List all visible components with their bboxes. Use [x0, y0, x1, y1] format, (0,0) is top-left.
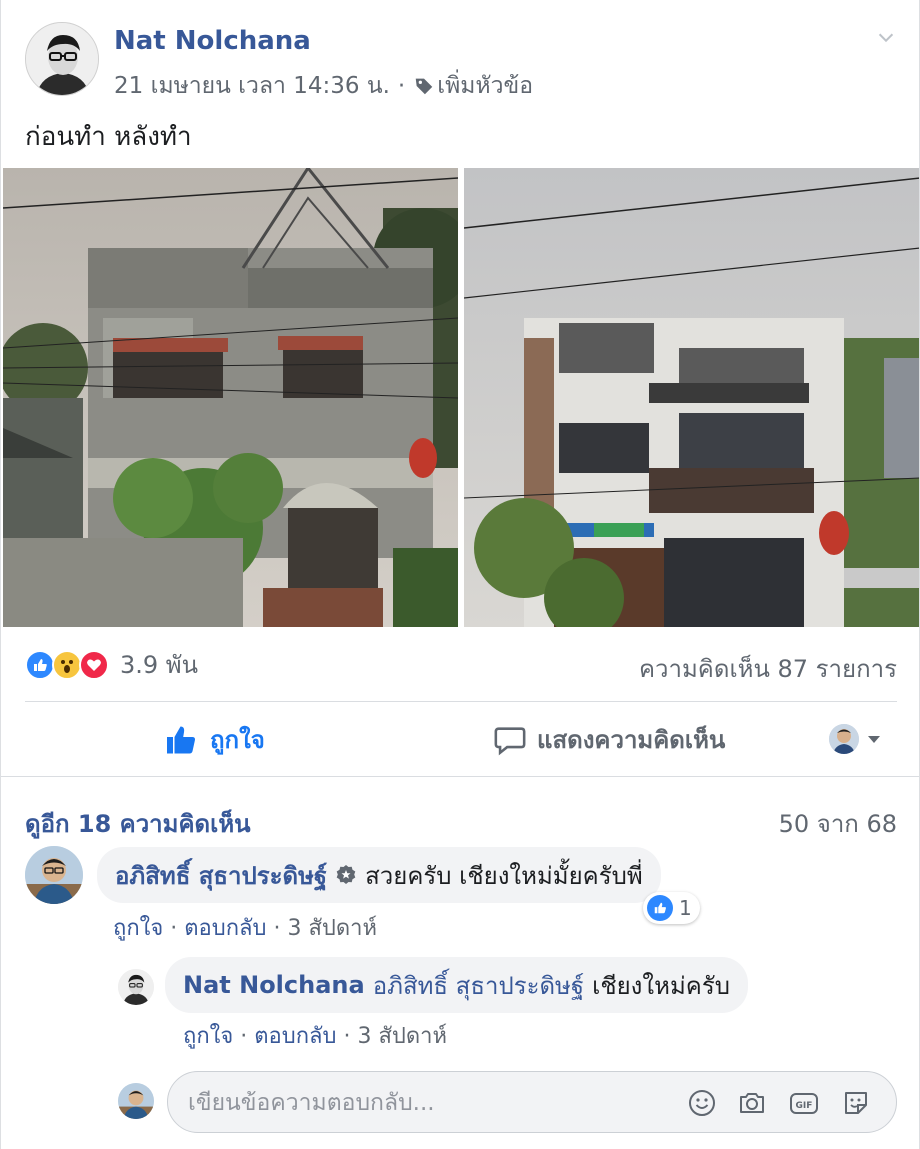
action-separator: ·	[163, 916, 185, 941]
emoji-icon[interactable]	[686, 1087, 718, 1119]
verified-badge-icon	[336, 865, 356, 884]
post-meta: 21 เมษายน เวลา 14:36 น. · เพิ่มหัวข้อ	[114, 68, 533, 104]
post-text: ก่อนทำ หลังทำ	[25, 122, 192, 152]
caret-down-icon	[868, 736, 880, 743]
action-separator: ·	[233, 1024, 255, 1049]
reaction-count: 3.9 พัน	[120, 651, 199, 679]
comment-reply-link[interactable]: ตอบกลับ	[184, 916, 266, 941]
comment-count-link[interactable]: ความคิดเห็น 87 รายการ	[639, 649, 897, 688]
camera-icon[interactable]	[736, 1087, 768, 1119]
sticker-icon[interactable]	[840, 1087, 872, 1119]
like-reaction-icon	[25, 649, 55, 680]
action-separator: ·	[266, 916, 288, 941]
viewer-avatar	[829, 724, 859, 754]
viewer-avatar	[118, 1083, 154, 1119]
add-topic-label: เพิ่มหัวข้อ	[437, 73, 534, 99]
reply-mention[interactable]: อภิสิทธิ์ สุธาประดิษฐ์	[373, 966, 584, 1005]
add-topic-link[interactable]: เพิ่มหัวข้อ	[413, 68, 533, 104]
comment-like-link[interactable]: ถูกใจ	[113, 916, 163, 941]
reply-input[interactable]	[188, 1084, 668, 1122]
comment-bubble-icon	[494, 726, 526, 755]
comment-author[interactable]: อภิสิทธิ์ สุธาประดิษฐ์	[115, 856, 327, 895]
post-as-selector[interactable]	[829, 724, 883, 754]
svg-text:GIF: GIF	[796, 1101, 813, 1111]
like-button-label: ถูกใจ	[210, 726, 265, 754]
photo-grid	[3, 168, 919, 627]
comment-reaction-pill[interactable]: 1	[643, 892, 700, 924]
author-name[interactable]: Nat Nolchana	[114, 26, 311, 56]
comment-bubble: อภิสิทธิ์ สุธาประดิษฐ์ สวยครับ เชียงใหม่…	[97, 847, 661, 903]
comment-reaction-count: 1	[679, 896, 692, 920]
like-button[interactable]: ถูกใจ	[164, 720, 265, 759]
reply-time[interactable]: 3 สัปดาห์	[357, 1024, 447, 1049]
post-stats: 3.9 พัน ความคิดเห็น 87 รายการ	[25, 645, 897, 685]
comment-actions: ถูกใจ · ตอบกลับ · 3 สัปดาห์	[113, 910, 377, 945]
commenter-avatar[interactable]	[25, 846, 83, 904]
reply-bubble: Nat Nolchana อภิสิทธิ์ สุธาประดิษฐ์ เชีย…	[165, 957, 748, 1013]
reply-author-avatar[interactable]	[118, 969, 154, 1005]
like-reaction-icon	[647, 895, 673, 921]
reply-text: เชียงใหม่ครับ	[592, 971, 730, 1000]
gif-icon[interactable]: GIF	[788, 1087, 820, 1119]
reply-reply-link[interactable]: ตอบกลับ	[254, 1024, 336, 1049]
photo-before[interactable]	[3, 168, 459, 627]
view-more-comments-link[interactable]: ดูอีก 18 ความคิดเห็น	[25, 804, 251, 843]
comment-paging: 50 จาก 68	[778, 810, 897, 838]
post-card: Nat Nolchana 21 เมษายน เวลา 14:36 น. · เ…	[0, 0, 920, 1149]
reply-actions: ถูกใจ · ตอบกลับ · 3 สัปดาห์	[183, 1018, 447, 1053]
comment-button[interactable]: แสดงความคิดเห็น	[493, 720, 725, 759]
action-separator: ·	[336, 1024, 358, 1049]
comments-header: ดูอีก 18 ความคิดเห็น 50 จาก 68	[25, 804, 897, 838]
thumbs-up-icon	[167, 726, 195, 753]
reply-like-link[interactable]: ถูกใจ	[183, 1024, 233, 1049]
chevron-down-icon[interactable]	[875, 26, 897, 48]
reply-author[interactable]: Nat Nolchana	[183, 971, 365, 999]
comment-text: สวยครับ เชียงใหม่มั้ยครับพี่	[365, 861, 643, 890]
tag-icon	[415, 78, 433, 95]
meta-separator: ·	[397, 73, 406, 99]
love-reaction-icon	[79, 649, 109, 680]
action-bar: ถูกใจ แสดงความคิดเห็น	[1, 702, 920, 776]
post-timestamp[interactable]: 21 เมษายน เวลา 14:36 น.	[114, 68, 390, 104]
comment-time[interactable]: 3 สัปดาห์	[287, 916, 377, 941]
wow-reaction-icon	[52, 649, 82, 680]
author-avatar[interactable]	[25, 22, 99, 96]
reply-composer: GIF	[167, 1071, 897, 1133]
comment-button-label: แสดงความคิดเห็น	[537, 726, 726, 754]
reaction-summary[interactable]: 3.9 พัน	[25, 645, 198, 684]
photo-after[interactable]	[463, 168, 919, 627]
